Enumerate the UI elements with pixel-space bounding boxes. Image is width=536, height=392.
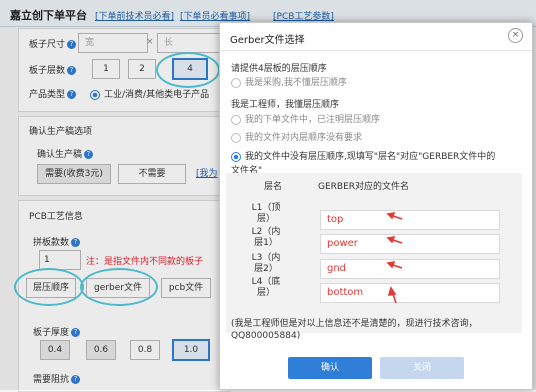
arrow-head: [386, 260, 396, 269]
layer-l1-file-input[interactable]: top: [320, 210, 500, 230]
layer-l2-label: L2（内层1）: [251, 227, 281, 248]
dialog-title: Gerber文件选择: [230, 35, 305, 46]
radio-icon: [231, 77, 241, 88]
layer-l3-file-value: gnd: [327, 263, 347, 274]
column-file-header: GERBER对应的文件名: [318, 182, 410, 192]
layer-l4-label: L4（底层）: [251, 277, 281, 298]
layer-l1-file-value: top: [327, 214, 344, 225]
close-icon[interactable]: ×: [508, 28, 523, 43]
layer-l4-file-value: bottom: [327, 287, 364, 298]
radio-selected-icon: [231, 151, 241, 162]
consult-note-line2: QQ800005884): [231, 331, 301, 341]
layer-l4-file-input[interactable]: bottom: [320, 283, 500, 303]
engineer-heading: 我是工程师，我懂层压顺序: [231, 100, 340, 110]
stackup-prompt: 请提供4层板的层压顺序: [231, 64, 327, 74]
option-no-requirement[interactable]: 我的文件对内层顺序没有要求: [231, 130, 362, 143]
radio-icon: [231, 132, 241, 143]
close-button[interactable]: 关闭: [380, 357, 464, 379]
red-arrows: [386, 211, 403, 304]
arrow-head: [386, 235, 396, 244]
consult-note-line1: (我是工程师但是对以上信息还不是清楚的，现进行技术咨询，: [231, 319, 478, 329]
filename-table: 层名 GERBER对应的文件名 L1（顶层） top L2（内层1） power…: [226, 173, 522, 333]
confirm-button[interactable]: 确认: [288, 357, 372, 379]
radio-icon: [231, 114, 241, 125]
option-in-file[interactable]: 我的下单文件中，已注明层压顺序: [231, 112, 380, 125]
option-buyer[interactable]: 我是采购,我不懂层压顺序: [231, 75, 347, 88]
arrow-head: [386, 211, 396, 220]
layer-l3-label: L3（内层2）: [251, 253, 281, 274]
layer-l3-file-input[interactable]: gnd: [320, 259, 500, 279]
layer-l2-file-input[interactable]: power: [320, 234, 500, 254]
gerber-dialog: Gerber文件选择 × 请提供4层板的层压顺序 我是采购,我不懂层压顺序 我是…: [219, 22, 533, 390]
option-fill-filenames[interactable]: 我的文件中没有层压顺序,现填写"层名"对应"GERBER文件中的: [231, 149, 495, 162]
column-layer-header: 层名: [264, 182, 283, 192]
arrow-head: [387, 286, 397, 296]
layer-l2-file-value: power: [327, 238, 358, 249]
dialog-divider: [220, 50, 532, 51]
layer-l1-label: L1（顶层）: [251, 203, 281, 224]
